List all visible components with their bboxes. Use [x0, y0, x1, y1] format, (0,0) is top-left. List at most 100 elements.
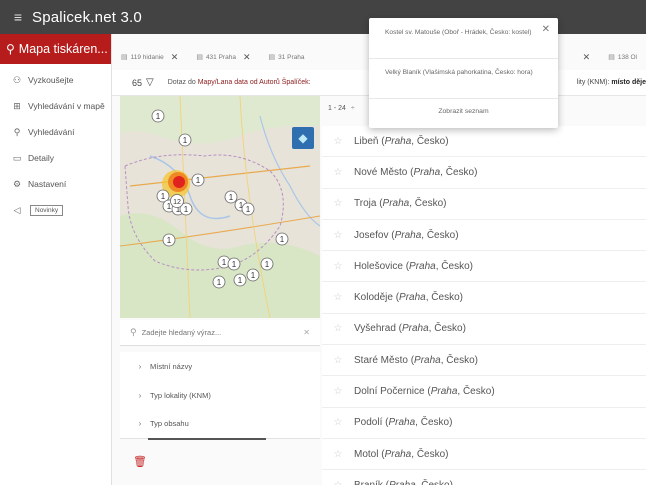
result-label[interactable]: Staré Město (Praha, Česko)	[354, 355, 478, 366]
result-country: Česko	[445, 166, 475, 178]
star-icon[interactable]: ☆	[322, 261, 354, 272]
close-icon[interactable]: ✕	[542, 24, 550, 35]
star-icon[interactable]: ☆	[322, 449, 354, 460]
map-marker[interactable]: 1	[178, 133, 192, 147]
result-label[interactable]: Motol (Praha, Česko)	[354, 449, 449, 460]
result-row[interactable]: ☆ Koloděje (Praha, Česko)	[322, 282, 646, 314]
sidebar-item-map-search[interactable]: ⊞ Vyhledávání v mapě	[0, 93, 111, 119]
query-link[interactable]: Mapy/Lana data od Autorů Špalíček:	[198, 79, 311, 86]
map-marker[interactable]: 1	[260, 257, 274, 271]
filter-content-type[interactable]: › Typ obsahu	[120, 409, 320, 439]
map-view[interactable]: 1 1 1 1 1 1 1 1 1 1 1 1 1 1 1 1 1 1 12	[120, 96, 320, 318]
gear-icon: ⚙	[12, 178, 22, 189]
star-icon[interactable]: ☆	[322, 355, 354, 366]
hierarchy-icon: ⚇	[12, 74, 22, 85]
sidebar-item-search[interactable]: ⚲ Vyhledávání	[0, 119, 111, 145]
result-country: Česko	[446, 354, 475, 366]
map-marker[interactable]: 1	[233, 273, 247, 287]
tab-hidanie[interactable]: ▤ 119 hidanie ✕	[112, 44, 187, 70]
tab-hidden[interactable]: ✕	[567, 44, 600, 70]
star-icon[interactable]: ☆	[322, 167, 354, 178]
result-row[interactable]: ☆ Libeň (Praha, Česko)	[322, 126, 646, 158]
sidebar-item-vyzkousejte[interactable]: ⚇ Vyzkoušejte	[0, 67, 111, 93]
map-marker[interactable]: 1	[224, 190, 238, 204]
filter-local-names[interactable]: › Místní názvy	[120, 352, 320, 382]
result-label[interactable]: Josefov (Praha, Česko)	[354, 230, 459, 241]
star-icon[interactable]: ☆	[322, 230, 354, 241]
result-label[interactable]: Holešovice (Praha, Česko)	[354, 261, 473, 272]
star-icon[interactable]: ☆	[322, 323, 354, 334]
result-row[interactable]: ☆ Dolní Počernice (Praha, Česko)	[322, 376, 646, 408]
svg-text:1: 1	[251, 271, 256, 280]
sort-icon[interactable]: ÷	[351, 105, 355, 112]
sidebar-item-label: Vyhledávání	[28, 127, 75, 137]
result-place: Motol	[354, 448, 379, 460]
result-label[interactable]: Troja (Praha, Česko)	[354, 198, 446, 209]
map-canvas[interactable]: 1 1 1 1 1 1 1 1 1 1 1 1 1 1 1 1 1 1 12	[120, 96, 320, 318]
result-row[interactable]: ☆ Podolí (Praha, Česko)	[322, 408, 646, 439]
result-row[interactable]: ☆ Troja (Praha, Česko)	[322, 189, 646, 220]
tab-ol-138[interactable]: ▤ 138 Ol	[599, 44, 646, 70]
result-row[interactable]: ☆ Holešovice (Praha, Česko)	[322, 251, 646, 283]
map-marker[interactable]: 1	[246, 268, 260, 282]
result-country: Česko	[462, 386, 492, 398]
result-label[interactable]: Podolí (Praha, Česko)	[354, 417, 452, 428]
star-icon[interactable]: ☆	[322, 136, 354, 147]
star-icon[interactable]: ☆	[322, 292, 354, 303]
map-layers-button[interactable]: ◆	[292, 127, 314, 149]
result-label[interactable]: Libeň (Praha, Česko)	[354, 136, 449, 147]
star-icon[interactable]: ☆	[322, 198, 354, 209]
sidebar-item-news[interactable]: ◁ Novinky	[0, 197, 111, 223]
star-icon[interactable]: ☆	[322, 417, 354, 428]
app-title: Spalicek.net 3.0	[32, 8, 142, 26]
result-row[interactable]: ☆ Nové Město (Praha, Česko)	[322, 157, 646, 189]
result-row[interactable]: ☆Braník (Praha, Česko)	[322, 470, 646, 485]
tab-praha-31[interactable]: ▤ 31 Praha	[259, 44, 313, 70]
result-place: Libeň	[354, 135, 379, 147]
result-label[interactable]: Dolní Počernice (Praha, Česko)	[354, 386, 495, 397]
filter-icon[interactable]: ▽	[146, 77, 154, 88]
map-marker[interactable]: 1	[151, 109, 165, 123]
close-icon[interactable]: ✕	[171, 52, 179, 63]
result-label[interactable]: Nové Město (Praha, Česko)	[354, 167, 477, 178]
result-label[interactable]: Vyšehrad (Praha, Česko)	[354, 323, 466, 334]
close-icon[interactable]: ✕	[243, 52, 251, 63]
close-icon[interactable]: ✕	[583, 52, 591, 63]
sidebar-item-settings[interactable]: ⚙ Nastavení	[0, 171, 111, 197]
result-city: Praha	[382, 198, 410, 210]
result-row[interactable]: ☆ Staré Město (Praha, Česko)	[322, 345, 646, 377]
map-marker[interactable]: 1	[275, 232, 289, 246]
star-icon[interactable]: ☆	[322, 386, 354, 397]
result-label[interactable]: Koloděje (Praha, Česko)	[354, 292, 463, 303]
result-row[interactable]: ☆ Motol (Praha, Česko)	[322, 439, 646, 471]
map-marker[interactable]: 1	[227, 257, 241, 271]
layers-icon: ◆	[298, 131, 308, 145]
search-input[interactable]	[141, 328, 292, 337]
result-country: Česko	[431, 292, 460, 304]
clear-icon[interactable]: ✕	[303, 328, 310, 337]
map-marker[interactable]: 1	[212, 275, 226, 289]
result-row[interactable]: ☆ Josefov (Praha, Česko)	[322, 220, 646, 252]
trash-icon[interactable]: 🗑	[133, 455, 147, 468]
map-marker[interactable]: 1	[162, 233, 176, 247]
scroll-indicator[interactable]	[148, 438, 266, 440]
map-cluster-marker[interactable]: 12	[170, 194, 184, 208]
filter-locality-type[interactable]: › Typ lokality (KNM)	[120, 381, 320, 411]
sidebar-item-details[interactable]: ▭ Detaily	[0, 145, 111, 171]
result-city: Praha	[388, 417, 416, 429]
result-row[interactable]: ☆ Vyšehrad (Praha, Česko)	[322, 314, 646, 346]
chevron-right-icon: ›	[138, 419, 142, 428]
star-icon[interactable]: ☆	[322, 480, 354, 485]
result-label[interactable]: Braník (Praha, Česko)	[354, 480, 453, 485]
sidebar-brand[interactable]: ⚲ Mapa tiskáren...	[0, 34, 111, 64]
popup-item[interactable]: Velký Blaník (Vlašimská pahorkatina, Čes…	[385, 68, 535, 77]
app-root: ≡ Spalicek.net 3.0 ⚲ Mapa tiskáren... ⚇ …	[0, 0, 646, 485]
result-place: Dolní Počernice	[354, 386, 425, 398]
map-marker[interactable]: 1	[191, 173, 205, 187]
hamburger-menu-icon[interactable]: ≡	[4, 9, 32, 25]
tab-praha-431[interactable]: ▤ 431 Praha ✕	[187, 44, 259, 70]
list-icon: ▤	[268, 54, 276, 61]
popup-item[interactable]: Kostel sv. Matouše (Oboř - Hrádek, Česko…	[385, 28, 535, 37]
map-marker[interactable]: 1	[241, 202, 255, 216]
show-list-button[interactable]: Zobrazit seznam	[369, 108, 558, 115]
